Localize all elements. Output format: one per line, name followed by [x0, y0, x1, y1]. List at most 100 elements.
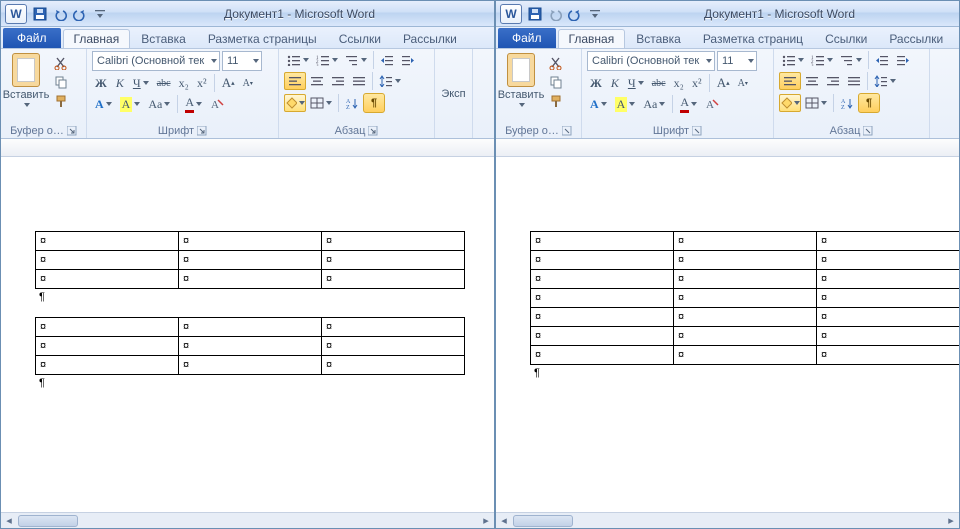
align-justify-button[interactable]: [349, 72, 369, 90]
table-cell[interactable]: ¤: [531, 346, 674, 365]
italic-button[interactable]: К: [607, 74, 623, 92]
table-cell[interactable]: ¤: [36, 251, 179, 270]
table-cell[interactable]: ¤: [179, 232, 322, 251]
table-cell[interactable]: ¤: [817, 232, 960, 251]
align-justify-button[interactable]: [844, 72, 864, 90]
format-painter-icon[interactable]: [547, 93, 565, 109]
table-cell[interactable]: ¤: [817, 346, 960, 365]
tab-insert[interactable]: Вставка: [130, 29, 197, 48]
grow-font-button[interactable]: A▴: [714, 74, 733, 92]
tab-file[interactable]: Файл: [3, 28, 61, 48]
table-cell[interactable]: ¤: [817, 327, 960, 346]
font-launcher-icon[interactable]: [692, 126, 702, 136]
tab-home[interactable]: Главная: [63, 29, 131, 48]
qat-customize-icon[interactable]: [91, 5, 109, 23]
tab-review[interactable]: Рецензиро: [954, 29, 959, 48]
tab-file[interactable]: Файл: [498, 28, 556, 48]
document-table[interactable]: ¤¤¤¤¤¤¤¤¤: [35, 231, 465, 289]
change-case-button[interactable]: Aa: [640, 95, 668, 113]
strikethrough-button[interactable]: abc: [154, 74, 174, 92]
align-right-button[interactable]: [823, 72, 843, 90]
table-cell[interactable]: ¤: [531, 232, 674, 251]
superscript-button[interactable]: x²: [689, 74, 705, 92]
borders-button[interactable]: [802, 94, 830, 112]
font-launcher-icon[interactable]: [197, 126, 207, 136]
qat-customize-icon[interactable]: [586, 5, 604, 23]
format-painter-icon[interactable]: [52, 93, 70, 109]
horizontal-scrollbar[interactable]: ◂ ▸: [496, 512, 959, 528]
underline-button[interactable]: Ч: [130, 74, 152, 92]
table-cell[interactable]: ¤: [674, 308, 817, 327]
bold-button[interactable]: Ж: [92, 74, 110, 92]
paragraph-launcher-icon[interactable]: [368, 126, 378, 136]
align-left-button[interactable]: [779, 72, 801, 90]
sort-button[interactable]: AZ: [837, 94, 857, 112]
save-icon[interactable]: [526, 5, 544, 23]
tab-references[interactable]: Ссылки: [328, 29, 392, 48]
table-cell[interactable]: ¤: [179, 337, 322, 356]
table-cell[interactable]: ¤: [674, 346, 817, 365]
subscript-button[interactable]: x₂: [671, 74, 687, 92]
horizontal-ruler[interactable]: [496, 139, 959, 157]
font-name-combo[interactable]: Calibri (Основной тек: [92, 51, 220, 71]
highlight-button[interactable]: A: [612, 95, 639, 113]
borders-button[interactable]: [307, 94, 335, 112]
clipboard-launcher-icon[interactable]: [562, 126, 572, 136]
table-cell[interactable]: ¤: [36, 232, 179, 251]
font-color-button[interactable]: A: [677, 95, 700, 113]
table-cell[interactable]: ¤: [179, 270, 322, 289]
grow-font-button[interactable]: A▴: [219, 74, 238, 92]
table-cell[interactable]: ¤: [531, 289, 674, 308]
table-cell[interactable]: ¤: [179, 251, 322, 270]
multilevel-list-button[interactable]: [837, 51, 865, 69]
table-cell[interactable]: ¤: [817, 289, 960, 308]
show-hide-button[interactable]: ¶: [858, 93, 880, 113]
table-cell[interactable]: ¤: [322, 232, 465, 251]
align-center-button[interactable]: [802, 72, 822, 90]
align-left-button[interactable]: [284, 72, 306, 90]
document-area[interactable]: ¤¤¤¤¤¤¤¤¤¤¤¤¤¤¤¤¤¤¤¤¤¶ ◂ ▸: [496, 139, 959, 528]
redo-icon[interactable]: [71, 5, 89, 23]
tab-mailings[interactable]: Рассылки: [392, 29, 468, 48]
scroll-right-icon[interactable]: ▸: [478, 514, 494, 528]
line-spacing-button[interactable]: [871, 72, 899, 90]
font-size-combo[interactable]: 11: [717, 51, 757, 71]
redo-icon[interactable]: [566, 5, 584, 23]
table-cell[interactable]: ¤: [674, 232, 817, 251]
italic-button[interactable]: К: [112, 74, 128, 92]
scroll-right-icon[interactable]: ▸: [943, 514, 959, 528]
superscript-button[interactable]: x²: [194, 74, 210, 92]
scroll-thumb[interactable]: [18, 515, 78, 527]
text-effects-button[interactable]: A: [92, 95, 115, 113]
table-cell[interactable]: ¤: [322, 251, 465, 270]
sort-button[interactable]: AZ: [342, 94, 362, 112]
undo-icon[interactable]: [51, 5, 69, 23]
increase-indent-button[interactable]: [398, 51, 418, 69]
table-cell[interactable]: ¤: [36, 318, 179, 337]
table-cell[interactable]: ¤: [531, 251, 674, 270]
shading-button[interactable]: [779, 94, 801, 112]
subscript-button[interactable]: x₂: [176, 74, 192, 92]
page[interactable]: ¤¤¤¤¤¤¤¤¤¤¤¤¤¤¤¤¤¤¤¤¤¶: [514, 169, 953, 512]
cut-icon[interactable]: [52, 55, 70, 71]
tab-page-layout[interactable]: Разметка страниц: [692, 29, 814, 48]
clear-formatting-button[interactable]: A: [207, 95, 227, 113]
clipboard-launcher-icon[interactable]: [67, 126, 77, 136]
scroll-left-icon[interactable]: ◂: [1, 514, 17, 528]
shrink-font-button[interactable]: A▾: [240, 74, 256, 92]
table-cell[interactable]: ¤: [531, 270, 674, 289]
font-size-combo[interactable]: 11: [222, 51, 262, 71]
table-cell[interactable]: ¤: [322, 270, 465, 289]
paragraph-launcher-icon[interactable]: [863, 126, 873, 136]
table-cell[interactable]: ¤: [674, 327, 817, 346]
underline-button[interactable]: Ч: [625, 74, 647, 92]
horizontal-ruler[interactable]: [1, 139, 494, 157]
table-cell[interactable]: ¤: [817, 270, 960, 289]
table-cell[interactable]: ¤: [531, 327, 674, 346]
document-table[interactable]: ¤¤¤¤¤¤¤¤¤: [35, 317, 465, 375]
tab-insert[interactable]: Вставка: [625, 29, 692, 48]
font-name-combo[interactable]: Calibri (Основной тек: [587, 51, 715, 71]
table-cell[interactable]: ¤: [817, 308, 960, 327]
numbering-button[interactable]: 123: [313, 51, 341, 69]
scroll-left-icon[interactable]: ◂: [496, 514, 512, 528]
